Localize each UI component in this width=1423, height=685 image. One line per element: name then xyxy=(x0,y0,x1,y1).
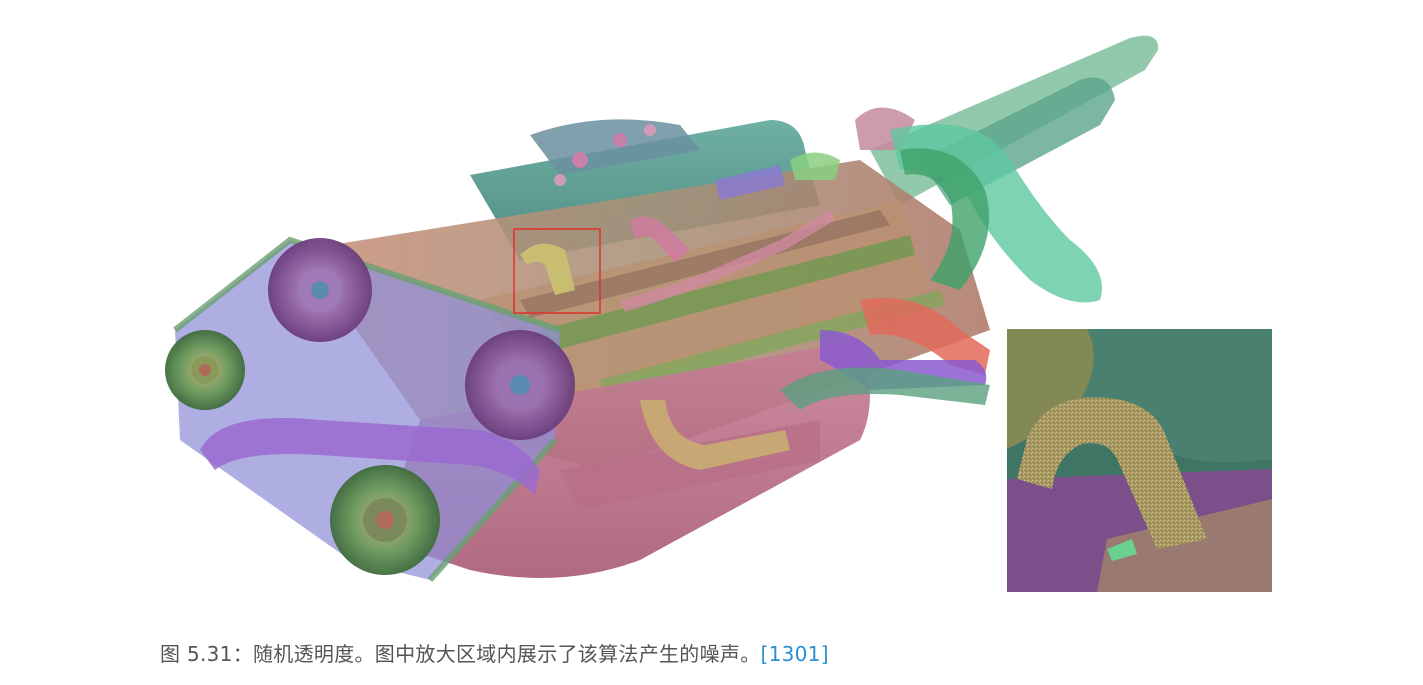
figure-caption: 图 5.31：随机透明度。图中放大区域内展示了该算法产生的噪声。[1301] xyxy=(160,638,829,667)
caption-text: 图 5.31：随机透明度。图中放大区域内展示了该算法产生的噪声。 xyxy=(160,642,761,666)
zoomed-inset xyxy=(1007,329,1272,592)
zoomed-inset-image xyxy=(1007,329,1272,592)
citation-link[interactable]: [1301] xyxy=(761,642,829,666)
pulley-top xyxy=(268,238,372,342)
pulley-left xyxy=(165,330,245,410)
pulley-bottom xyxy=(330,465,440,575)
pulley-middle xyxy=(465,330,575,440)
